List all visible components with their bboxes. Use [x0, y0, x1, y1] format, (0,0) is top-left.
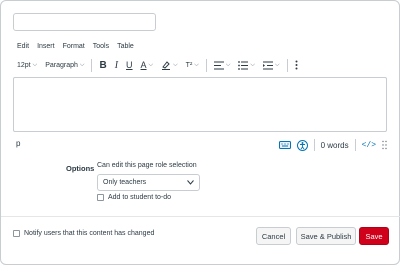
editor-statusbar: p 0 words </> — [13, 137, 387, 153]
underline-button[interactable]: U — [122, 57, 137, 73]
html-editor-toggle[interactable]: </> — [362, 141, 376, 150]
keyboard-shortcuts-icon[interactable] — [278, 140, 291, 150]
font-size-value: 12pt — [17, 61, 31, 69]
edit-permission-value: Only teachers — [103, 179, 147, 186]
editor-toolbar: 12pt ⌵ Paragraph ⌵ B I U A ⌵ ⌵ T² ⌵ ⌵ ⌵ … — [13, 57, 387, 73]
notify-users-checkbox[interactable] — [13, 230, 20, 237]
italic-icon: I — [114, 59, 119, 71]
rich-content-editor[interactable] — [13, 77, 387, 132]
save-and-publish-button[interactable]: Save & Publish — [296, 227, 356, 245]
menu-insert[interactable]: Insert — [37, 43, 55, 50]
menu-tools[interactable]: Tools — [93, 43, 109, 50]
italic-button[interactable]: I — [111, 57, 122, 73]
element-path[interactable]: p — [16, 139, 20, 148]
page-edit-panel: Edit Insert Format Tools Table 12pt ⌵ Pa… — [0, 0, 400, 265]
bold-icon: B — [99, 59, 107, 71]
student-todo-checkbox[interactable] — [97, 194, 104, 201]
menu-table[interactable]: Table — [117, 43, 134, 50]
edit-permission-select[interactable]: Only teachers — [97, 174, 200, 191]
chevron-down-icon — [187, 180, 194, 185]
bold-button[interactable]: B — [95, 57, 110, 73]
menu-edit[interactable]: Edit — [17, 43, 29, 50]
bullet-list-icon — [238, 60, 249, 70]
chevron-down-icon: ⌵ — [148, 61, 154, 68]
superscript-icon: T² — [185, 61, 193, 69]
font-size-dropdown[interactable]: 12pt ⌵ — [13, 57, 41, 73]
statusbar-divider — [354, 139, 356, 151]
highlighter-icon — [161, 60, 171, 70]
statusbar-actions: 0 words </> — [278, 137, 387, 153]
block-format-value: Paragraph — [45, 61, 78, 69]
text-color-icon: A — [140, 60, 147, 70]
vertical-ellipsis-icon — [295, 60, 298, 70]
notify-users-option[interactable]: Notify users that this content has chang… — [13, 230, 154, 237]
resize-handle-icon[interactable] — [382, 140, 387, 150]
indent-button[interactable]: ⌵ — [259, 57, 284, 73]
toolbar-divider — [286, 58, 288, 72]
statusbar-divider — [313, 139, 315, 151]
toolbar-divider — [91, 58, 93, 72]
accessibility-checker-icon[interactable] — [296, 139, 308, 151]
student-todo-label: Add to student to-do — [108, 194, 172, 201]
toolbar-divider — [205, 58, 207, 72]
cancel-button[interactable]: Cancel — [256, 227, 291, 245]
editor-menubar: Edit Insert Format Tools Table — [17, 43, 134, 50]
more-options-button[interactable] — [291, 57, 302, 73]
word-count: 0 words — [320, 140, 349, 150]
chevron-down-icon: ⌵ — [250, 61, 255, 68]
align-left-icon — [213, 61, 224, 70]
chevron-down-icon: ⌵ — [274, 61, 280, 68]
text-color-button[interactable]: A ⌵ — [137, 57, 158, 73]
menu-format[interactable]: Format — [63, 43, 85, 50]
save-button[interactable]: Save — [359, 227, 389, 245]
block-format-dropdown[interactable]: Paragraph ⌵ — [41, 57, 88, 73]
underline-icon: U — [126, 60, 133, 70]
align-button[interactable]: ⌵ — [210, 57, 235, 73]
notify-users-label: Notify users that this content has chang… — [24, 230, 155, 237]
list-button[interactable]: ⌵ — [234, 57, 259, 73]
chevron-down-icon: ⌵ — [194, 61, 199, 68]
student-todo-option[interactable]: Add to student to-do — [97, 194, 171, 201]
indent-icon — [262, 61, 273, 70]
chevron-down-icon: ⌵ — [79, 61, 85, 68]
edit-permission-label: Can edit this page role selection — [97, 162, 197, 169]
footer-divider — [1, 216, 400, 217]
chevron-down-icon: ⌵ — [32, 61, 38, 68]
page-title-input[interactable] — [13, 13, 156, 31]
chevron-down-icon: ⌵ — [173, 61, 178, 68]
options-heading: Options — [66, 164, 95, 173]
chevron-down-icon: ⌵ — [225, 61, 231, 68]
highlight-color-button[interactable]: ⌵ — [157, 57, 182, 73]
superscript-button[interactable]: T² ⌵ — [182, 57, 203, 73]
